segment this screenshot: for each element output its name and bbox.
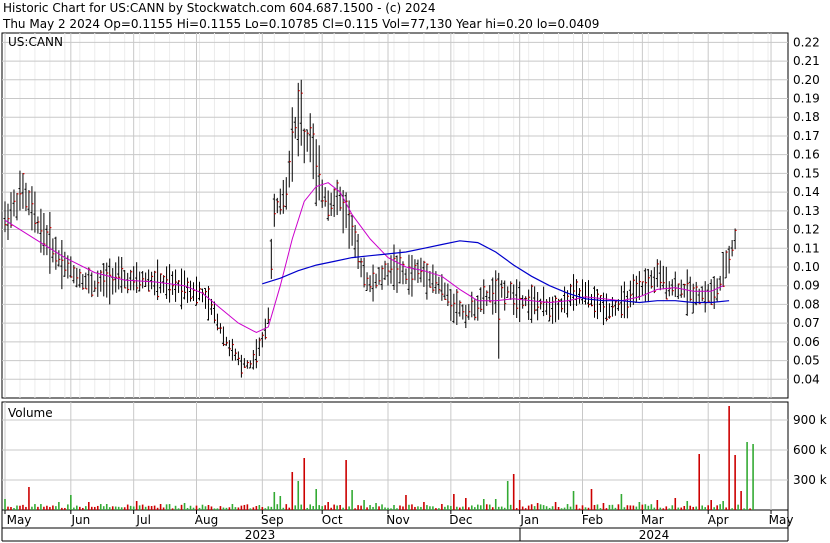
month-label-2: Jul bbox=[135, 513, 150, 527]
price-tick-label-17: 0.21 bbox=[793, 54, 820, 68]
price-y-axis: 0.04 0.05 0.06 0.07 0.08 0.09 0.10 0.11 0.12 0.13… bbox=[793, 35, 820, 386]
price-panel: 0.04 0.05 0.06 0.07 0.08 0.09 0.10 0.11 0.12 0.13… bbox=[1, 32, 820, 399]
symbol-label: US:CANN bbox=[8, 35, 63, 49]
month-label-12: May bbox=[769, 513, 794, 527]
volume-panel-frame bbox=[1, 401, 789, 511]
price-tick-label-1: 0.05 bbox=[793, 354, 820, 368]
month-label-9: Feb bbox=[582, 513, 603, 527]
stock-chart: 0.04 0.05 0.06 0.07 0.08 0.09 0.10 0.11 0.12 0.13… bbox=[1, 32, 827, 542]
price-tick-label-5: 0.09 bbox=[793, 279, 820, 293]
month-label-4: Sep bbox=[261, 513, 284, 527]
price-tick-label-4: 0.08 bbox=[793, 297, 820, 311]
volume-tick-label-0: 300 k bbox=[793, 473, 827, 487]
x-axis: May Jun Jul Aug Sep Oct Nov Dec Jan Feb Mar Apr May … bbox=[1, 510, 794, 542]
price-tick-label-7: 0.11 bbox=[793, 241, 820, 255]
price-tick-label-2: 0.06 bbox=[793, 335, 820, 349]
month-label-3: Aug bbox=[195, 513, 218, 527]
price-panel-frame bbox=[1, 32, 789, 399]
price-tick-label-12: 0.16 bbox=[793, 148, 820, 162]
month-label-10: Mar bbox=[641, 513, 664, 527]
price-tick-label-16: 0.20 bbox=[793, 73, 820, 87]
price-tick-label-14: 0.18 bbox=[793, 110, 820, 124]
month-label-11: Apr bbox=[708, 513, 729, 527]
volume-y-axis: 300 k 600 k 900 k bbox=[793, 413, 827, 487]
price-tick-label-8: 0.12 bbox=[793, 223, 820, 237]
price-tick-label-6: 0.10 bbox=[793, 260, 820, 274]
volume-tick-label-2: 900 k bbox=[793, 413, 827, 427]
volume-title: Volume bbox=[8, 406, 53, 420]
price-tick-label-18: 0.22 bbox=[793, 35, 820, 49]
month-label-5: Oct bbox=[322, 513, 343, 527]
month-label-8: Jan bbox=[519, 513, 539, 527]
price-tick-label-11: 0.15 bbox=[793, 166, 820, 180]
price-tick-label-13: 0.17 bbox=[793, 129, 820, 143]
price-tick-label-9: 0.13 bbox=[793, 204, 820, 218]
price-tick-label-0: 0.04 bbox=[793, 372, 820, 386]
price-tick-label-15: 0.19 bbox=[793, 92, 820, 106]
year-label-2024: 2024 bbox=[639, 528, 670, 542]
month-label-1: Jun bbox=[70, 513, 90, 527]
price-tick-label-10: 0.14 bbox=[793, 185, 820, 199]
month-labels: May Jun Jul Aug Sep Oct Nov Dec Jan Feb Mar Apr May bbox=[4, 510, 794, 527]
volume-panel: 300 k 600 k 900 k Volume bbox=[1, 401, 827, 511]
month-label-0: May bbox=[7, 513, 32, 527]
price-tick-label-3: 0.07 bbox=[793, 316, 820, 330]
month-label-7: Dec bbox=[449, 513, 472, 527]
month-label-6: Nov bbox=[386, 513, 409, 527]
volume-tick-label-1: 600 k bbox=[793, 443, 827, 457]
year-label-2023: 2023 bbox=[245, 528, 276, 542]
